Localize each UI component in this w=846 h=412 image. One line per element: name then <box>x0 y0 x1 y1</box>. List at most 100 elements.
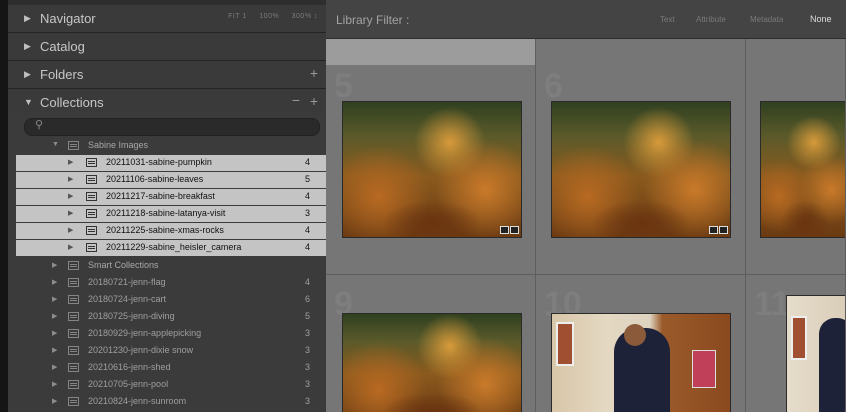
expand-triangle-icon[interactable]: ▶ <box>24 13 31 24</box>
collection-count: 4 <box>304 157 310 167</box>
expand-triangle-icon[interactable]: ▶ <box>52 312 57 320</box>
collection-count: 3 <box>304 345 310 355</box>
photo-thumbnail[interactable] <box>551 101 731 238</box>
filter-none-option[interactable]: None <box>810 14 832 24</box>
folders-label: Folders <box>40 67 84 82</box>
collection-row[interactable]: ▶ 20210705-jenn-pool 3 <box>16 377 330 393</box>
collection-name: 20180724-jenn-cart <box>88 294 167 304</box>
collection-row[interactable]: ▶ 20211225-sabine-xmas-rocks 4 <box>16 223 330 239</box>
collection-row[interactable]: ▶ 20211218-sabine-latanya-visit 3 <box>16 206 330 222</box>
collection-count: 3 <box>304 379 310 389</box>
minus-icon[interactable]: − <box>292 92 300 108</box>
collection-icon <box>68 312 79 321</box>
collection-row[interactable]: ▶ 20180721-jenn-flag 4 <box>16 275 330 291</box>
expand-triangle-icon[interactable]: ▶ <box>52 397 57 405</box>
photo-thumbnail[interactable] <box>342 313 522 412</box>
catalog-header[interactable]: ▶ Catalog <box>8 33 326 61</box>
collection-set-icon <box>68 141 79 150</box>
collection-count: 4 <box>304 242 310 252</box>
collection-icon <box>86 158 97 167</box>
filter-metadata-option[interactable]: Metadata <box>750 15 783 24</box>
collection-count: 3 <box>304 396 310 406</box>
collection-name: 20180725-jenn-diving <box>88 311 175 321</box>
collection-icon <box>68 346 79 355</box>
collection-name: 20210824-jenn-sunroom <box>88 396 187 406</box>
expand-triangle-icon[interactable]: ▶ <box>52 295 57 303</box>
grid-cell[interactable]: 5 <box>326 39 536 275</box>
zoom-fit-option[interactable]: FIT 1 <box>228 13 247 20</box>
expand-triangle-icon[interactable]: ▶ <box>52 278 57 286</box>
expand-triangle-icon[interactable]: ▶ <box>68 175 73 183</box>
person-head <box>624 324 646 346</box>
collapse-triangle-icon[interactable]: ▼ <box>24 97 33 107</box>
plus-icon[interactable]: + <box>310 65 318 81</box>
collection-row[interactable]: ▶ 20180929-jenn-applepicking 3 <box>16 326 330 342</box>
left-panel: ▶ Navigator FIT 1 100% 300% ↕ ▶ Catalog … <box>0 0 330 412</box>
collection-set-row[interactable]: ▶ Smart Collections <box>16 258 330 274</box>
expand-triangle-icon[interactable]: ▶ <box>52 380 57 388</box>
expand-triangle-icon[interactable]: ▶ <box>52 329 57 337</box>
library-filter-title: Library Filter : <box>336 13 410 27</box>
expand-triangle-icon[interactable]: ▶ <box>68 158 73 166</box>
collection-name: 20211217-sabine-breakfast <box>106 191 215 201</box>
photo-thumbnail[interactable] <box>551 313 731 412</box>
door-poster <box>692 350 716 388</box>
expand-triangle-icon[interactable]: ▶ <box>68 192 73 200</box>
photo-thumbnail[interactable] <box>342 101 522 238</box>
expand-triangle-icon[interactable]: ▶ <box>24 41 31 52</box>
grid-cell[interactable]: 9 <box>326 275 536 412</box>
navigator-header[interactable]: ▶ Navigator FIT 1 100% 300% ↕ <box>8 5 326 33</box>
collapse-triangle-icon[interactable]: ▼ <box>52 141 59 148</box>
expand-triangle-icon[interactable]: ▶ <box>68 226 73 234</box>
library-filter-bar: Library Filter : Text Attribute Metadata… <box>326 0 846 39</box>
search-icon: ⚲ <box>35 119 44 131</box>
collection-row[interactable]: ▶ 20211229-sabine_heisler_camera 4 <box>16 240 330 256</box>
collection-row[interactable]: ▶ 20180724-jenn-cart 6 <box>16 292 330 308</box>
collection-name: 20211106-sabine-leaves <box>106 174 204 184</box>
expand-triangle-icon[interactable]: ▶ <box>52 363 57 371</box>
collection-count: 3 <box>304 208 310 218</box>
collection-set-row[interactable]: ▼ Sabine Images <box>16 138 330 154</box>
collection-count: 4 <box>304 277 310 287</box>
collections-search-input[interactable]: ⚲ <box>24 118 320 136</box>
collection-count: 3 <box>304 362 310 372</box>
collection-row[interactable]: ▶ 20211217-sabine-breakfast 4 <box>16 189 330 205</box>
grid-cell[interactable]: 6 <box>536 39 746 275</box>
collection-row[interactable]: ▶ 20211031-sabine-pumpkin 4 <box>16 155 330 171</box>
collection-row[interactable]: ▶ 20211106-sabine-leaves 5 <box>16 172 330 188</box>
collection-row[interactable]: ▶ 20180725-jenn-diving 5 <box>16 309 330 325</box>
collection-name: 20211218-sabine-latanya-visit <box>106 208 226 218</box>
collections-label: Collections <box>40 95 104 110</box>
collection-count: 5 <box>304 174 310 184</box>
thumbnail-grid: 5 6 9 10 11 <box>326 39 846 412</box>
collection-icon <box>86 175 97 184</box>
filter-text-option[interactable]: Text <box>660 15 675 24</box>
collection-icon <box>68 295 79 304</box>
zoom-300-option[interactable]: 300% ↕ <box>292 13 318 20</box>
grid-cell[interactable]: 10 <box>536 275 746 412</box>
expand-triangle-icon[interactable]: ▶ <box>68 209 73 217</box>
filter-attribute-option[interactable]: Attribute <box>696 15 726 24</box>
expand-triangle-icon[interactable]: ▶ <box>24 69 31 80</box>
collection-count: 3 <box>304 328 310 338</box>
collection-name: 20211031-sabine-pumpkin <box>106 157 212 167</box>
metadata-badge-icon <box>709 226 718 234</box>
collection-name: 20180929-jenn-applepicking <box>88 328 202 338</box>
plus-icon[interactable]: + <box>310 93 318 109</box>
navigator-zoom-options: FIT 1 100% 300% ↕ <box>218 13 318 20</box>
zoom-100-option[interactable]: 100% <box>259 13 279 20</box>
collection-name: 20210616-jenn-shed <box>88 362 171 372</box>
grid-cell[interactable]: 11 <box>746 275 846 412</box>
photo-thumbnail[interactable] <box>760 101 845 238</box>
collection-set-name: Smart Collections <box>88 260 159 270</box>
expand-triangle-icon[interactable]: ▶ <box>52 346 57 354</box>
navigator-label: Navigator <box>40 11 96 26</box>
photo-thumbnail[interactable] <box>786 295 845 412</box>
expand-triangle-icon[interactable]: ▶ <box>68 243 73 251</box>
expand-triangle-icon[interactable]: ▶ <box>52 261 57 269</box>
collection-row[interactable]: ▶ 20210824-jenn-sunroom 3 <box>16 394 330 410</box>
grid-cell[interactable] <box>746 39 846 275</box>
folders-header[interactable]: ▶ Folders + <box>8 61 326 89</box>
collection-row[interactable]: ▶ 20210616-jenn-shed 3 <box>16 360 330 376</box>
collection-row[interactable]: ▶ 20201230-jenn-dixie snow 3 <box>16 343 330 359</box>
